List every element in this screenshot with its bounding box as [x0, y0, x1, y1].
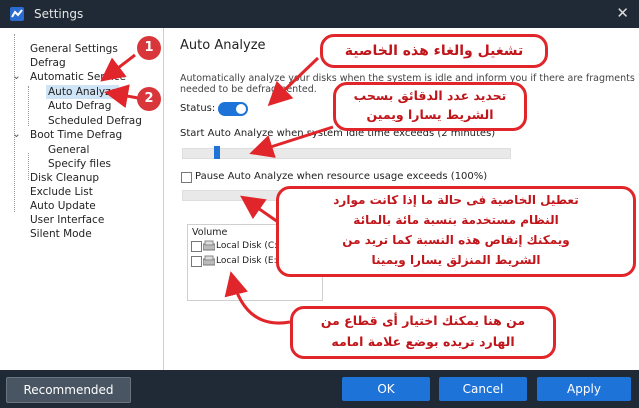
settings-tree: General Settings Defrag ⌄ Automatic Serv…	[0, 28, 164, 370]
drive-icon	[203, 255, 215, 266]
step-badge-2: 2	[137, 87, 161, 111]
callout-volumes-line1: من هنا يمكنك اختيار أى قطاع من	[320, 313, 526, 328]
idle-time-slider[interactable]	[182, 148, 511, 159]
ok-button[interactable]: OK	[342, 377, 430, 401]
sidebar-item-auto-defrag[interactable]: Auto Defrag	[48, 99, 111, 113]
callout-pause-line3: ويمكنك إنقاص هذه النسبة كما تريد من	[342, 233, 570, 247]
callout-idle-line1: تحديد عدد الدقائق بسحب	[353, 88, 507, 103]
pause-checkbox[interactable]	[181, 172, 192, 183]
sidebar-item-silent-mode[interactable]: Silent Mode	[30, 227, 92, 241]
tree-guide-line	[14, 34, 15, 212]
volume-header: Volume	[192, 227, 228, 238]
sidebar-item-specify-files[interactable]: Specify files	[48, 157, 111, 171]
callout-volumes-line2: الهارد تريده بوضع علامة امامه	[331, 334, 515, 349]
status-toggle[interactable]	[218, 102, 248, 116]
apply-button[interactable]: Apply	[537, 377, 631, 401]
callout-volumes: من هنا يمكنك اختيار أى قطاع من الهارد تر…	[290, 306, 556, 359]
tree-guide-line	[28, 153, 29, 180]
callout-pause: تعطيل الخاصية فى حالة ما إذا كانت موارد …	[276, 186, 636, 277]
chevron-down-icon[interactable]: ⌄	[12, 69, 21, 83]
callout-pause-line1: تعطيل الخاصية فى حالة ما إذا كانت موارد	[333, 193, 579, 207]
callout-idle-line2: الشريط يسارا ويمين	[366, 107, 494, 122]
callout-idle-slider: تحديد عدد الدقائق بسحب الشريط يسارا ويمي…	[333, 82, 527, 131]
cancel-button[interactable]: Cancel	[439, 377, 527, 401]
volume-e-checkbox[interactable]	[191, 256, 202, 267]
callout-pause-line2: النظام مستخدمة بنسبة مائة بالمائة	[353, 213, 559, 227]
status-label: Status:	[180, 103, 216, 114]
idle-time-slider-thumb[interactable]	[214, 146, 221, 159]
close-icon[interactable]: ✕	[616, 4, 629, 22]
tree-guide-line	[28, 86, 29, 126]
chevron-down-icon[interactable]: ⌄	[12, 127, 21, 141]
sidebar-item-general-settings[interactable]: General Settings	[30, 42, 118, 56]
app-logo-icon	[10, 7, 24, 21]
sidebar-item-auto-analyze[interactable]: Auto Analyze	[46, 85, 120, 99]
sidebar-item-automatic-service[interactable]: Automatic Service	[30, 70, 126, 84]
sidebar-item-defrag[interactable]: Defrag	[30, 56, 66, 70]
title-bar: Settings ✕	[0, 0, 639, 28]
sidebar-item-boot-time-defrag[interactable]: Boot Time Defrag	[30, 128, 122, 142]
sidebar-item-disk-cleanup[interactable]: Disk Cleanup	[30, 171, 99, 185]
step-badge-1: 1	[137, 36, 161, 60]
sidebar-item-scheduled-defrag[interactable]: Scheduled Defrag	[48, 114, 142, 128]
sidebar-item-user-interface[interactable]: User Interface	[30, 213, 104, 227]
sidebar-item-exclude-list[interactable]: Exclude List	[30, 185, 93, 199]
sidebar-item-auto-update[interactable]: Auto Update	[30, 199, 96, 213]
pause-label: Pause Auto Analyze when resource usage e…	[195, 171, 488, 182]
window-title: Settings	[34, 7, 84, 21]
toggle-knob	[236, 104, 246, 114]
drive-icon	[203, 240, 215, 251]
recommended-button[interactable]: Recommended	[6, 377, 131, 403]
sidebar-item-general[interactable]: General	[48, 143, 89, 157]
callout-toggle-text: تشغيل والغاء هذه الخاصية	[344, 43, 524, 59]
button-bar: Recommended OK Cancel Apply	[0, 370, 639, 408]
description-line-2: needed to be defragmented.	[180, 84, 317, 95]
page-title: Auto Analyze	[180, 38, 266, 53]
volume-c-checkbox[interactable]	[191, 241, 202, 252]
callout-toggle: تشغيل والغاء هذه الخاصية	[320, 34, 548, 68]
callout-pause-line4: الشريط المنزلق يسارا ويمينا	[371, 253, 541, 267]
